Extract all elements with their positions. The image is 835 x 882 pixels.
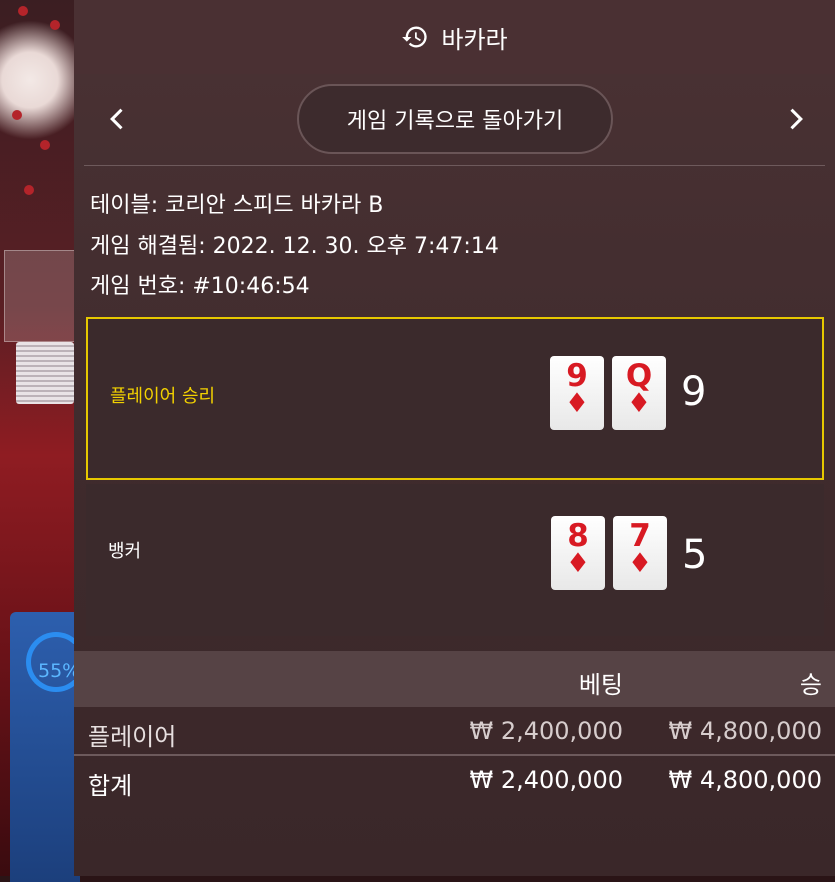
- player-result: 플레이어 승리 9 ♦ Q ♦ 9: [86, 317, 824, 480]
- blossom-decoration: [50, 20, 60, 30]
- previous-game-button[interactable]: [104, 105, 132, 133]
- bets-table-header: 베팅 승: [74, 651, 835, 707]
- next-game-button[interactable]: [781, 105, 809, 133]
- history-icon: [401, 23, 429, 51]
- chevron-left-icon: [110, 108, 123, 130]
- back-to-history-button[interactable]: 게임 기록으로 돌아가기: [297, 84, 613, 154]
- player-result-label: 플레이어 승리: [110, 386, 216, 407]
- playing-card: 9 ♦: [550, 356, 604, 430]
- page-title: 바카라: [441, 25, 508, 54]
- blossom-decoration: [40, 140, 50, 150]
- player-score: 9: [681, 369, 707, 415]
- game-number: 게임 번호: #10:46:54: [90, 274, 310, 299]
- column-bet: 베팅: [578, 671, 623, 699]
- playing-card: Q ♦: [612, 356, 666, 430]
- divider: [84, 165, 825, 166]
- chip-stack: [16, 342, 74, 404]
- playing-card: 7 ♦: [613, 516, 667, 590]
- table-name: 테이블: 코리안 스피드 바카라 B: [90, 193, 384, 218]
- panel-header: 바카라: [74, 0, 835, 74]
- banker-cards: 8 ♦ 7 ♦: [551, 516, 667, 590]
- playing-card: 8 ♦: [551, 516, 605, 590]
- blossom-decoration: [24, 185, 34, 195]
- card-shoe: [4, 250, 76, 342]
- table-row: 플레이어 ₩ 2,400,000 ₩ 4,800,000: [88, 717, 822, 751]
- chevron-right-icon: [790, 108, 803, 130]
- player-cards: 9 ♦ Q ♦: [550, 356, 666, 430]
- column-win: 승: [799, 671, 822, 699]
- banker-result-label: 뱅커: [108, 541, 142, 562]
- banker-result: 뱅커 8 ♦ 7 ♦ 5: [86, 484, 824, 636]
- blossom-decoration: [12, 110, 22, 120]
- table-row-total: 합계 ₩ 2,400,000 ₩ 4,800,000: [88, 766, 822, 800]
- game-resolved-time: 게임 해결됨: 2022. 12. 30. 오후 7:47:14: [90, 234, 499, 259]
- diamond-icon: ♦: [564, 388, 590, 419]
- banker-score: 5: [682, 532, 708, 578]
- diamond-icon: ♦: [627, 548, 653, 579]
- diamond-icon: ♦: [626, 388, 652, 419]
- diamond-icon: ♦: [565, 548, 591, 579]
- blossom-decoration: [18, 6, 28, 16]
- history-panel: 바카라 게임 기록으로 돌아가기 테이블: 코리안 스피드 바카라 B 게임 해…: [74, 0, 835, 876]
